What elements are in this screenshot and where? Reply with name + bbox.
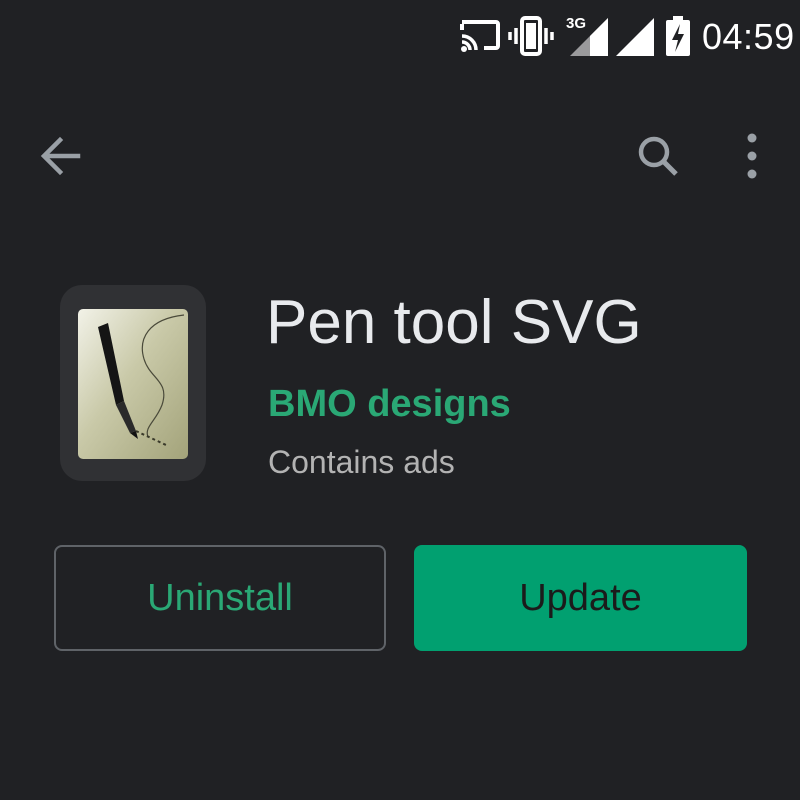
status-clock: 04:59 — [702, 16, 795, 57]
developer-link[interactable]: BMO designs — [268, 382, 511, 426]
search-icon[interactable] — [630, 128, 686, 184]
uninstall-button[interactable]: Uninstall — [54, 545, 386, 651]
battery-charging-icon — [666, 16, 690, 56]
update-button[interactable]: Update — [414, 545, 747, 651]
cast-icon — [460, 20, 500, 52]
status-bar: 3G 04:59 — [0, 0, 800, 76]
app-icon-tile[interactable] — [60, 285, 206, 481]
signal-icon — [616, 18, 654, 56]
back-arrow-icon[interactable] — [34, 128, 90, 184]
vibrate-icon — [508, 16, 554, 56]
uninstall-button-label: Uninstall — [147, 576, 293, 619]
contains-ads-label: Contains ads — [268, 444, 455, 480]
pen-nib-icon — [78, 309, 188, 459]
signal-3g-icon: 3G — [566, 15, 608, 56]
app-title: Pen tool SVG — [266, 288, 642, 357]
update-button-label: Update — [519, 576, 642, 619]
more-vert-icon[interactable] — [724, 128, 780, 184]
svg-text:3G: 3G — [566, 15, 586, 32]
